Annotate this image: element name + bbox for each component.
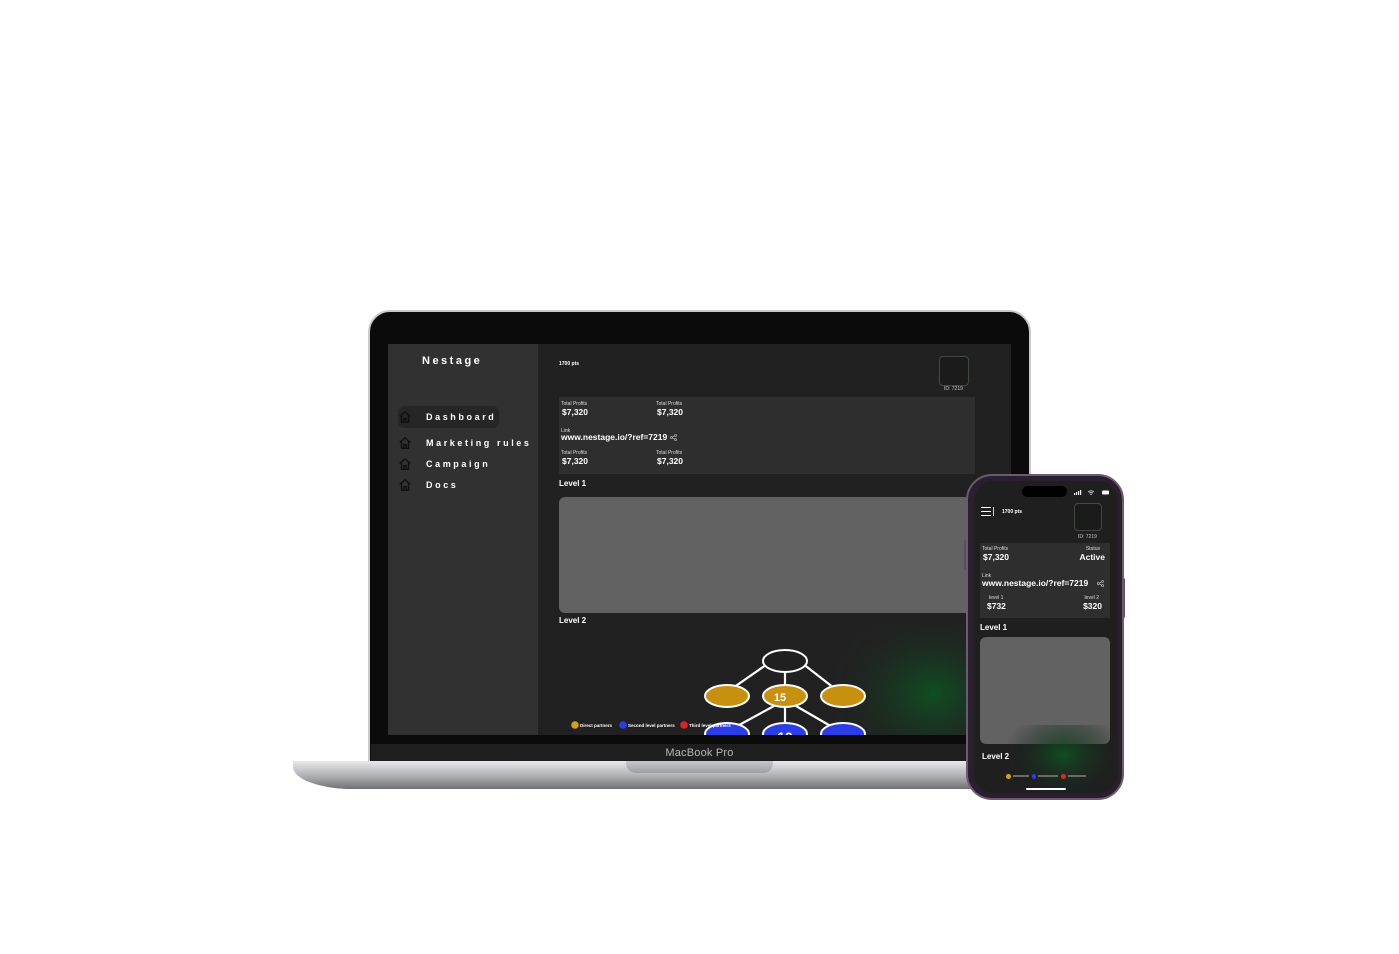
menu-icon[interactable] [981, 507, 995, 516]
legend-dot-second [619, 721, 627, 729]
sidebar-item-label: Docs [426, 480, 459, 490]
sidebar-item-dashboard[interactable]: Dashboard [398, 406, 499, 428]
stats-card: Total Profits $7,320 Total Profits $7,32… [559, 397, 975, 474]
avatar[interactable] [1074, 503, 1102, 531]
tree-node-root[interactable] [762, 649, 808, 673]
level2-earnings-value: $320 [1083, 601, 1102, 611]
stat-value: $7,320 [562, 456, 588, 466]
legend-label [1038, 775, 1059, 777]
status-value: Active [1079, 552, 1105, 562]
avatar[interactable] [939, 356, 969, 386]
home-icon [399, 478, 411, 491]
brand-logo: Nestage [422, 355, 483, 367]
dynamic-island [1022, 486, 1067, 497]
referral-link[interactable]: www.nestage.io/?ref=7219 [561, 432, 667, 442]
sidebar-item-marketing-rules[interactable]: Marketing rules [398, 432, 529, 454]
points-display: 1700 pts [1002, 509, 1023, 515]
status-icons [1074, 490, 1109, 496]
legend-label [1012, 775, 1029, 777]
sidebar-item-label: Campaign [426, 459, 491, 469]
partner-tree-graphic: 15 10 Direct partners Second level partn… [571, 624, 1011, 735]
sidebar-item-docs[interactable]: Docs [398, 474, 528, 496]
legend-dot-direct [1006, 773, 1011, 779]
sidebar-item-label: Marketing rules [426, 438, 532, 448]
home-indicator[interactable] [1026, 788, 1066, 790]
legend-dot-direct [571, 721, 579, 729]
tree-node-value: 15 [774, 692, 786, 704]
sidebar-item-label: Dashboard [426, 412, 497, 422]
laptop-chin: MacBook Pro [371, 744, 1028, 762]
share-icon[interactable] [670, 434, 677, 441]
referral-link[interactable]: www.nestage.io/?ref=7219 [982, 578, 1088, 588]
user-id: ID: 7219 [944, 386, 963, 392]
stat-value: $7,320 [983, 552, 1009, 562]
legend-dot-third [1061, 773, 1066, 779]
legend-label: Second level partners [628, 723, 675, 728]
home-icon [399, 436, 411, 449]
phone-screen: 1700 pts ID: 7219 Total Profits $7,320 S… [974, 481, 1118, 793]
tree-node-direct[interactable] [704, 684, 750, 708]
partner-tree: 15 10 Direct partners Second level partn… [538, 624, 1011, 735]
tree-node-direct[interactable] [820, 684, 866, 708]
points-display: 1700 pts [559, 361, 580, 367]
tree-node-value: 10 [777, 729, 793, 735]
legend-dot-third [680, 721, 688, 729]
phone-legend [1006, 773, 1086, 779]
level1-heading: Level 1 [559, 479, 587, 488]
level1-heading: Level 1 [980, 623, 1008, 632]
stat-value: $7,320 [562, 407, 588, 417]
stat-value: $7,320 [657, 407, 683, 417]
stats-card: Total Profits $7,320 Status Active Link … [980, 543, 1110, 618]
legend-dot-second [1031, 773, 1037, 779]
legend-label: Direct partners [580, 723, 613, 728]
device-label: MacBook Pro [665, 747, 734, 759]
home-icon [399, 457, 411, 470]
level1-panel [559, 497, 979, 613]
level2-heading: Level 2 [982, 752, 1010, 761]
laptop-screen: Nestage Dashboard Marketing rules Campai… [388, 344, 1011, 735]
legend-label: Third level partners [689, 723, 731, 728]
sidebar: Nestage Dashboard Marketing rules Campai… [388, 344, 538, 735]
user-id: ID: 7219 [1078, 534, 1097, 540]
sidebar-item-campaign[interactable]: Campaign [398, 453, 528, 475]
laptop-notch [626, 761, 773, 773]
stat-value: $7,320 [657, 456, 683, 466]
legend-label [1067, 775, 1086, 777]
level1-earnings-value: $732 [987, 601, 1006, 611]
home-icon [399, 410, 411, 423]
share-icon[interactable] [1097, 580, 1104, 587]
